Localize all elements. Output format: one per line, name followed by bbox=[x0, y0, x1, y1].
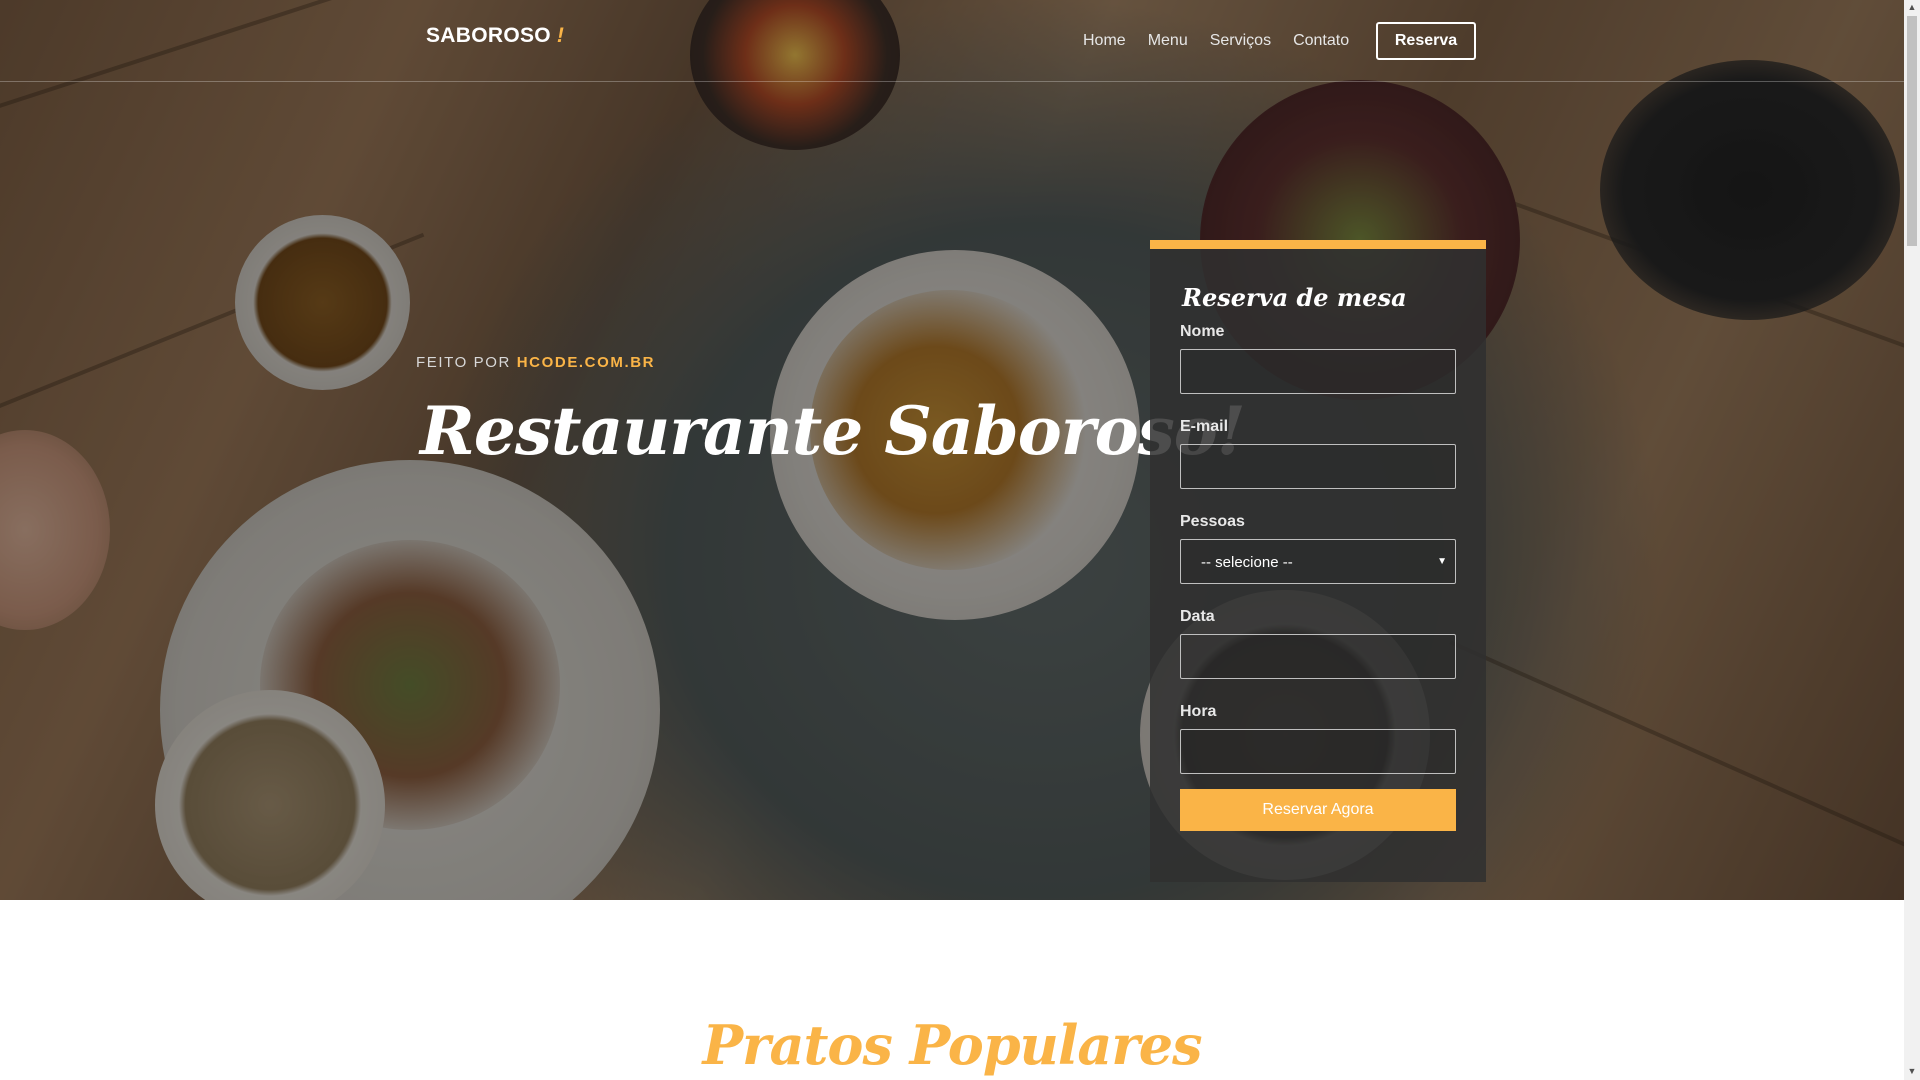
scrollbar-thumb[interactable] bbox=[1907, 16, 1917, 246]
hero-eyebrow: FEITO POR HCODE.COM.BR bbox=[416, 354, 655, 371]
reservation-form: Reserva de mesa Nome E-mail Pessoas -- s… bbox=[1150, 240, 1486, 882]
hora-field-group: Hora bbox=[1180, 703, 1456, 796]
pessoas-label: Pessoas bbox=[1180, 513, 1245, 530]
caret-down-icon: ▼ bbox=[1437, 556, 1447, 567]
reserva-button[interactable]: Reserva bbox=[1376, 22, 1476, 60]
brand-mark: ! bbox=[556, 24, 565, 47]
scroll-down-arrow-icon[interactable]: ▼ bbox=[1904, 1066, 1920, 1076]
nav-link-contato[interactable]: Contato bbox=[1293, 32, 1349, 50]
hora-input[interactable] bbox=[1180, 729, 1456, 774]
nome-label: Nome bbox=[1180, 323, 1225, 340]
reservar-agora-button[interactable]: Reservar Agora bbox=[1180, 789, 1456, 831]
nav-link-servicos[interactable]: Serviços bbox=[1210, 32, 1271, 50]
page-scrollbar[interactable]: ▲ ▼ bbox=[1904, 0, 1920, 1080]
scroll-up-arrow-icon[interactable]: ▲ bbox=[1904, 2, 1920, 12]
pessoas-selected-value: -- selecione -- bbox=[1201, 554, 1293, 571]
pessoas-select[interactable]: -- selecione -- ▼ bbox=[1180, 539, 1456, 584]
pessoas-field-group: Pessoas -- selecione -- ▼ bbox=[1180, 513, 1456, 606]
nome-field-group: Nome bbox=[1180, 323, 1456, 416]
nome-input[interactable] bbox=[1180, 349, 1456, 394]
data-field-group: Data bbox=[1180, 608, 1456, 701]
nav-menu: Home Menu Serviços Contato bbox=[1083, 32, 1349, 50]
top-navbar: SABOROSO! Home Menu Serviços Contato Res… bbox=[0, 0, 1904, 82]
hcode-link[interactable]: HCODE.COM.BR bbox=[517, 354, 655, 371]
nav-link-menu[interactable]: Menu bbox=[1148, 32, 1188, 50]
form-title: Reserva de mesa bbox=[1182, 283, 1407, 312]
brand-logo[interactable]: SABOROSO! bbox=[426, 24, 564, 48]
email-label: E-mail bbox=[1180, 418, 1229, 435]
email-input[interactable] bbox=[1180, 444, 1456, 489]
hero-title: Restaurante Saboroso! bbox=[420, 392, 1246, 470]
brand-name: SABOROSO bbox=[426, 24, 551, 47]
data-input[interactable] bbox=[1180, 634, 1456, 679]
pratos-populares-heading: Pratos Populares bbox=[702, 1013, 1202, 1077]
hora-label: Hora bbox=[1180, 703, 1217, 720]
data-label: Data bbox=[1180, 608, 1215, 625]
hero-eyebrow-prefix: FEITO POR bbox=[416, 354, 511, 371]
email-field-group: E-mail bbox=[1180, 418, 1456, 511]
nav-link-home[interactable]: Home bbox=[1083, 32, 1126, 50]
